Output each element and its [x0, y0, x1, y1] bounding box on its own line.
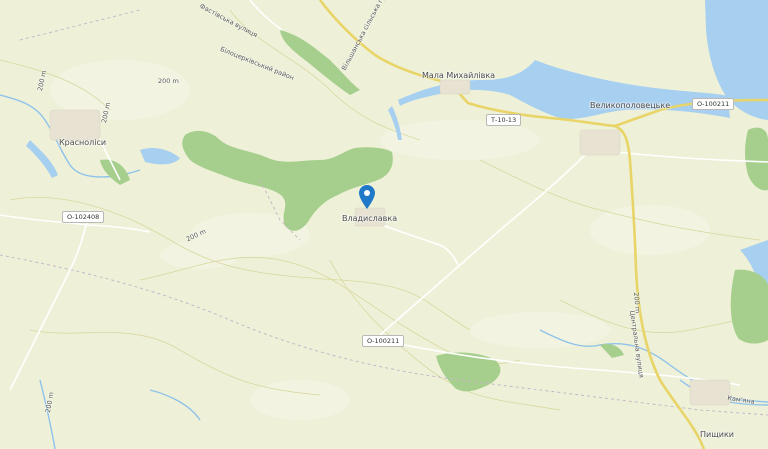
- contour-label: 200 m: [158, 77, 179, 85]
- place-label-vladyslavka: Владиславка: [342, 214, 398, 223]
- map-canvas[interactable]: [0, 0, 768, 449]
- road-shield-o100211-mid: О-100211: [362, 335, 405, 347]
- place-label-mala-mykhailivka: Мала Михайлівка: [422, 71, 496, 80]
- road-shield-o100211-top: О-100211: [692, 98, 735, 110]
- map-view[interactable]: Красноліси Мала Михайлівка Великополовец…: [0, 0, 768, 449]
- place-label-pyshchyky: Пищики: [700, 430, 734, 439]
- map-pin-icon[interactable]: [359, 185, 375, 209]
- place-label-krasnolisy: Красноліси: [59, 138, 107, 147]
- place-label-velykopolovetske: Великополовецьке: [590, 101, 671, 110]
- contour-label: 200 m: [632, 292, 642, 314]
- road-shield-t1013: Т-10-13: [486, 114, 522, 126]
- road-shield-o102408: О-102408: [62, 211, 105, 223]
